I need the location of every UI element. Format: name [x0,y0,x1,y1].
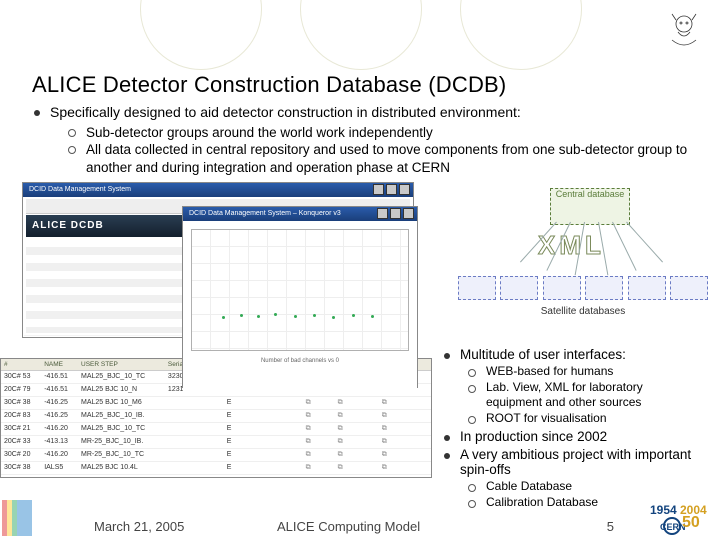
satellite-label: Satellite databases [458,306,708,317]
right-bullets: Multitude of user interfaces: WEB-based … [440,344,698,511]
table-header: USER STEP [78,359,165,371]
table-row: 20C# 33-413.13MR-25_BJC_10_IB.E⧉⧉⧉ [1,435,431,448]
chart-caption: Number of bad channels vs 0 [192,358,408,364]
table-header: NAME [41,359,78,371]
svg-text:50: 50 [682,514,700,531]
table-row: 20C# 83-416.25MAL25_BJC_10_IB.E⧉⧉⧉ [1,409,431,422]
slide-title: ALICE Detector Construction Database (DC… [32,72,702,98]
table-row: 30C# 38IALS5MAL25 BJC 10.4LE⧉⧉⧉ [1,461,431,474]
architecture-diagram: Central database XML Satellite databases [458,188,708,338]
central-db-node: Central database [550,188,630,225]
chart-window: DCID Data Management System – Konqueror … [182,206,418,388]
table-row: 30C# 38-416.25MAL25 BJC 10_M6E⧉⧉⧉ [1,396,431,409]
footer-date: March 21, 2005 [94,519,184,534]
intro-sub-0: Sub-detector groups around the world wor… [64,124,702,141]
intro-sub-1: All data collected in central repository… [64,141,702,176]
xml-label: XML [538,230,605,261]
footer-title: ALICE Computing Model [277,519,420,534]
table-row: 30C# 21-416.20MAL25_BJC_10_TCE⧉⧉⧉ [1,422,431,435]
table-row: 30C# 20-416.20MR-25_BJC_10_TCE⧉⧉⧉ [1,448,431,461]
corner-illustration [656,10,702,50]
chart-area: Number of bad channels vs 0 [191,229,409,351]
table-header: # [1,359,41,371]
intro-bullet: Specifically designed to aid detector co… [30,104,702,120]
footer-page: 5 [607,519,614,534]
screenshot-composite: DCID Data Management System ALICE DCDB W… [0,182,440,478]
slide-footer: March 21, 2005 ALICE Computing Model 5 [0,519,720,534]
